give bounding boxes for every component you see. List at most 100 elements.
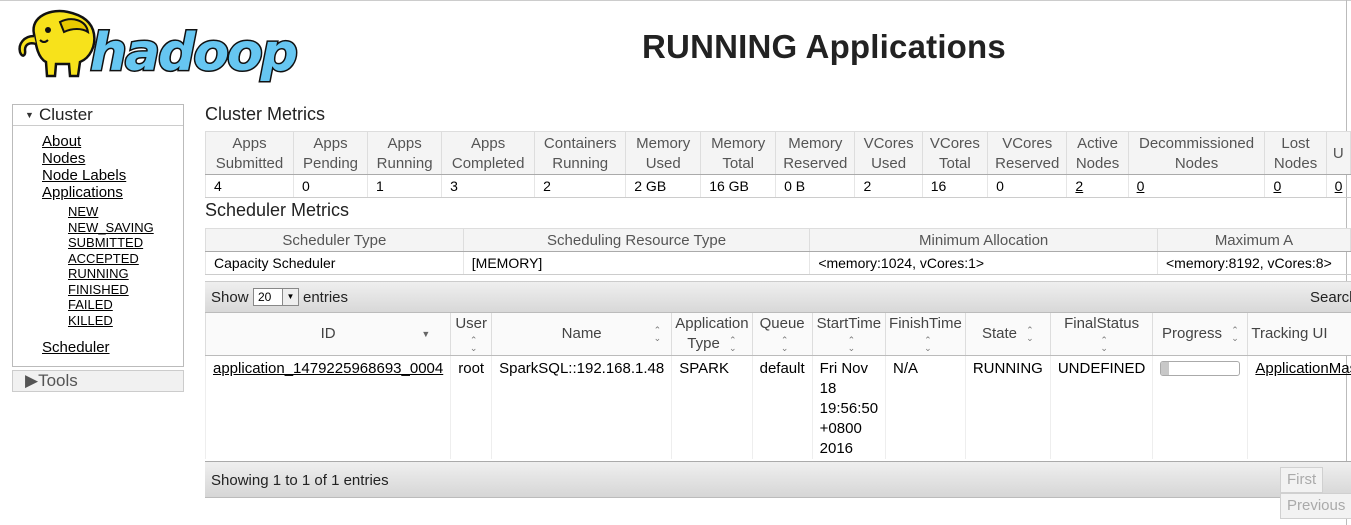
- cell-app-id: application_1479225968693_0004: [204, 355, 451, 459]
- cluster-metric-header-12: Decommissioned Nodes: [1127, 131, 1266, 175]
- sort-icon: ⌃ ⌄: [847, 335, 856, 354]
- cell-finalstatus: UNDEFINED: [1049, 355, 1153, 459]
- previous-page-button[interactable]: Previous: [1280, 493, 1351, 519]
- scheduler-metric-header-2: Minimum Allocation: [809, 228, 1158, 252]
- cluster-metric-header-10: VCores Reserved: [987, 131, 1068, 175]
- triangle-right-icon: ▶: [25, 371, 39, 390]
- col-header-tracking-ui[interactable]: Tracking UI: [1247, 313, 1351, 356]
- cell-application-type: SPARK: [671, 355, 753, 459]
- sort-desc-icon: ▼: [421, 329, 431, 339]
- progress-bar: [1160, 361, 1241, 376]
- nav-link-state-new[interactable]: NEW: [68, 204, 183, 220]
- entries-per-page-select[interactable]: 20 ▼: [253, 288, 299, 306]
- col-header-finalstatus[interactable]: FinalStatus ⌃ ⌄: [1049, 313, 1153, 356]
- cluster-metric-value-14: 0: [1325, 174, 1351, 198]
- cluster-metric-value-0: 4: [205, 174, 294, 198]
- sort-icon: ⌃ ⌄: [1231, 325, 1239, 344]
- cluster-metrics-value-row: 401322 GB 16 GB 0 B 2 16 0 2 0 0 0: [205, 174, 1351, 198]
- tools-nav-label: Tools: [38, 371, 78, 390]
- nav-link-state-new-saving[interactable]: NEW_SAVING: [68, 220, 183, 236]
- nav-link-state-running[interactable]: RUNNING: [68, 266, 183, 282]
- applications-header-row: ID ▼ User ⌃ ⌄ Name ⌃ ⌄ Application Type ⌃ ⌄ Qu…: [204, 313, 1351, 356]
- scheduler-metric-header-3: Maximum A: [1157, 228, 1351, 252]
- cluster-metric-header-2: Apps Running: [367, 131, 443, 175]
- scheduler-metrics-header-row: Scheduler Type Scheduling Resource Type Mi…: [205, 228, 1351, 252]
- cluster-metric-header-14: U: [1325, 131, 1351, 175]
- cluster-metric-value-link-12[interactable]: 0: [1137, 178, 1145, 194]
- hadoop-logo[interactable]: hadoop: [12, 6, 317, 86]
- scheduler-metric-value-1: [MEMORY]: [462, 251, 810, 275]
- cluster-metric-value-link-11[interactable]: 2: [1075, 178, 1083, 194]
- nav-link-state-killed[interactable]: KILLED: [68, 313, 183, 329]
- sort-icon: ⌃ ⌄: [1026, 325, 1034, 344]
- col-header-application-type[interactable]: Application Type ⌃ ⌄: [671, 313, 753, 356]
- nav-link-state-accepted[interactable]: ACCEPTED: [68, 251, 183, 267]
- cell-progress: [1152, 355, 1248, 459]
- scheduler-metrics-title: Scheduler Metrics: [205, 200, 350, 220]
- cluster-metric-value-10: 0: [987, 174, 1067, 198]
- cluster-metric-value-link-14[interactable]: 0: [1335, 178, 1343, 194]
- cluster-nav-label: Cluster: [39, 105, 93, 124]
- entries-select-value: 20: [258, 290, 272, 304]
- page-top-border: [0, 0, 1351, 1]
- nav-link-state-finished[interactable]: FINISHED: [68, 282, 183, 298]
- scheduler-metric-header-1: Scheduling Resource Type: [462, 228, 811, 252]
- cluster-metric-value-1: 0: [292, 174, 368, 198]
- cluster-metric-header-5: Memory Used: [625, 131, 702, 175]
- cluster-metric-header-11: Active Nodes: [1066, 131, 1129, 175]
- sort-icon: ⌃ ⌄: [1100, 335, 1108, 354]
- col-header-queue[interactable]: Queue ⌃ ⌄: [751, 313, 813, 356]
- pagination: First Previous: [1280, 467, 1351, 519]
- chevron-down-icon: ▼: [282, 289, 298, 305]
- cell-starttime: Fri Nov 18 19:56:50 +0800 2016: [811, 355, 886, 459]
- nav-link-applications[interactable]: Applications: [42, 184, 183, 201]
- show-label: Show: [211, 289, 249, 306]
- sort-icon: ⌃ ⌄: [469, 335, 478, 354]
- tools-nav-header[interactable]: ▶Tools: [12, 370, 184, 392]
- nav-link-about[interactable]: About: [42, 133, 183, 150]
- col-header-name[interactable]: Name ⌃ ⌄: [491, 313, 672, 356]
- cluster-metric-header-0: Apps Submitted: [205, 131, 294, 175]
- sort-icon: ⌃ ⌄: [728, 335, 737, 354]
- cluster-metric-value-7: 0 B: [775, 174, 855, 198]
- cluster-metric-value-link-13[interactable]: 0: [1273, 178, 1281, 194]
- cluster-nav-links: About Nodes Node Labels Applications NEW…: [13, 126, 183, 366]
- col-header-starttime[interactable]: StartTime ⌃ ⌄: [811, 313, 886, 356]
- cell-state: RUNNING: [964, 355, 1051, 459]
- col-header-id[interactable]: ID ▼: [204, 313, 451, 356]
- cluster-metric-value-5: 2 GB: [625, 174, 701, 198]
- nav-link-state-submitted[interactable]: SUBMITTED: [68, 235, 183, 251]
- tracking-ui-link[interactable]: ApplicationMaster: [1255, 360, 1351, 377]
- cluster-metric-value-6: 16 GB: [700, 174, 776, 198]
- apps-table-toolbar: Show 20 ▼ entries Search:: [205, 281, 1351, 313]
- app-id-link[interactable]: application_1479225968693_0004: [213, 360, 443, 377]
- cell-user: root: [450, 355, 492, 459]
- scheduler-metrics-table: Scheduler Type Scheduling Resource Type Mi…: [205, 228, 1351, 275]
- apps-table-footer: Showing 1 to 1 of 1 entries First Previo…: [205, 461, 1351, 519]
- col-header-state[interactable]: State ⌃ ⌄: [964, 313, 1051, 356]
- sort-icon: ⌃ ⌄: [780, 335, 789, 354]
- cluster-metric-value-13: 0: [1264, 174, 1327, 198]
- nav-link-nodes[interactable]: Nodes: [42, 150, 183, 167]
- cluster-metric-header-1: Apps Pending: [292, 131, 369, 175]
- cluster-metric-value-12: 0: [1127, 174, 1265, 198]
- col-header-progress[interactable]: Progress ⌃ ⌄: [1152, 313, 1248, 356]
- applications-table: ID ▼ User ⌃ ⌄ Name ⌃ ⌄ Application Type ⌃ ⌄ Qu…: [204, 313, 1351, 459]
- nav-link-scheduler[interactable]: Scheduler: [42, 339, 183, 356]
- cluster-metric-header-7: Memory Reserved: [775, 131, 856, 175]
- cluster-metric-header-3: Apps Completed: [441, 131, 536, 175]
- scheduler-metric-value-0: Capacity Scheduler: [205, 251, 464, 275]
- cluster-metric-header-9: VCores Total: [921, 131, 989, 175]
- triangle-down-icon: ▼: [25, 110, 34, 120]
- table-row: application_1479225968693_0004 root Spar…: [204, 355, 1351, 459]
- col-header-user[interactable]: User ⌃ ⌄: [450, 313, 492, 356]
- first-page-button[interactable]: First: [1280, 467, 1324, 493]
- cluster-metric-header-8: VCores Used: [854, 131, 923, 175]
- col-header-finishtime[interactable]: FinishTime ⌃ ⌄: [885, 313, 966, 356]
- nav-link-state-failed[interactable]: FAILED: [68, 297, 183, 313]
- page-title: RUNNING Applications: [642, 28, 1006, 65]
- cluster-metric-value-9: 16: [921, 174, 988, 198]
- nav-link-node-labels[interactable]: Node Labels: [42, 167, 183, 184]
- cell-tracking-ui: ApplicationMaster: [1247, 355, 1351, 459]
- cluster-nav-header[interactable]: ▼ Cluster: [13, 105, 183, 126]
